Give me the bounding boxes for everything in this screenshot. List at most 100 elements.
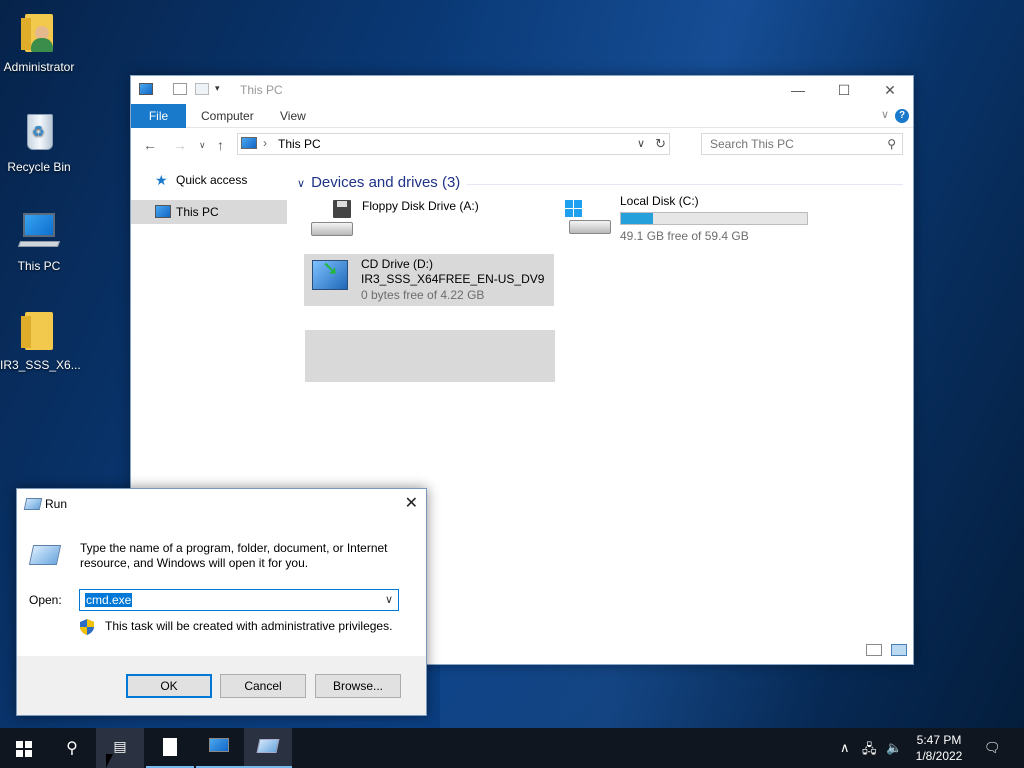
desktop-icon-recycle-bin[interactable]: Recycle Bin xyxy=(0,108,78,174)
details-view-icon[interactable] xyxy=(865,644,882,656)
large-icons-view-icon[interactable] xyxy=(891,644,907,656)
search-button[interactable]: ⚲ xyxy=(48,728,96,768)
ribbon-tabs: File Computer View ∨ ? xyxy=(131,104,913,128)
task-view-icon: ▤ xyxy=(113,738,127,754)
dialog-footer: OK Cancel Browse... xyxy=(17,656,426,715)
drive-free-space: 0 bytes free of 4.22 GB xyxy=(361,288,485,302)
refresh-icon[interactable]: ↻ xyxy=(655,136,666,152)
drive-floppy[interactable]: Floppy Disk Drive (A:) xyxy=(305,196,555,248)
local-disk-icon xyxy=(565,196,617,244)
drive-name: CD Drive (D:) xyxy=(361,257,433,271)
taskbar-app-notepad[interactable] xyxy=(146,728,194,768)
collapse-chevron-icon[interactable]: ∨ xyxy=(297,178,305,190)
close-button[interactable]: ✕ xyxy=(867,76,913,104)
document-icon xyxy=(163,738,177,756)
capacity-bar xyxy=(620,212,808,225)
drive-name: Floppy Disk Drive (A:) xyxy=(362,199,479,213)
search-icon: ⚲ xyxy=(66,740,78,757)
minimize-button[interactable]: — xyxy=(775,76,821,104)
drive-cd-d-tile[interactable]: ➘ CD Drive (D:) IR3_SSS_X64FREE_EN-US_DV… xyxy=(304,254,554,306)
drive-local-disk-c[interactable]: Local Disk (C:) 49.1 GB free of 59.4 GB xyxy=(563,194,813,248)
up-button[interactable]: ↑ xyxy=(217,137,224,153)
nav-item-this-pc[interactable]: This PC xyxy=(131,200,287,224)
open-input-value[interactable]: cmd.exe xyxy=(85,593,133,607)
volume-muted-icon[interactable]: 🔈 xyxy=(886,740,902,756)
clock[interactable]: 5:47 PM 1/8/2022 xyxy=(906,732,972,764)
capacity-bar-fill xyxy=(621,213,654,224)
close-button[interactable]: ✕ xyxy=(405,493,418,513)
desktop-icon-label: IR3_SSS_X6... xyxy=(0,358,81,372)
browse-button[interactable]: Browse... xyxy=(315,674,401,698)
nav-item-label: Quick access xyxy=(176,173,248,187)
breadcrumb-chevron-icon[interactable]: › xyxy=(263,136,267,150)
desktop-icon-label: This PC xyxy=(17,259,61,273)
desktop-icon-label: Administrator xyxy=(3,60,75,74)
show-hidden-icons-button[interactable]: ∧ xyxy=(840,740,850,756)
address-row: ← → ∨ ↑ › This PC ∨ ↻ ⚲ xyxy=(131,128,913,162)
drive-volume-label: IR3_SSS_X64FREE_EN-US_DV9 xyxy=(361,272,545,286)
search-input[interactable] xyxy=(702,134,872,154)
notifications-icon[interactable]: 🗨 xyxy=(984,740,1001,756)
start-button[interactable] xyxy=(0,728,48,768)
drive-cd-d[interactable] xyxy=(305,330,555,382)
network-icon[interactable]: 🖧 xyxy=(862,740,877,762)
maximize-button[interactable]: ☐ xyxy=(821,76,867,104)
open-label: Open: xyxy=(29,593,62,607)
drive-free-space: 49.1 GB free of 59.4 GB xyxy=(620,229,749,243)
chevron-down-icon[interactable]: ∨ xyxy=(385,593,393,606)
star-icon: ★ xyxy=(155,172,168,188)
new-folder-icon[interactable] xyxy=(195,83,209,95)
desktop-icon-administrator[interactable]: Administrator xyxy=(0,8,78,74)
computer-icon xyxy=(139,83,153,95)
back-button[interactable]: ← xyxy=(143,137,157,153)
admin-privileges-note: This task will be created with administr… xyxy=(105,619,393,633)
expand-ribbon-icon[interactable]: ∨ xyxy=(881,108,889,121)
task-view-button[interactable]: ▤ xyxy=(96,728,144,768)
drive-name: Local Disk (C:) xyxy=(620,194,699,208)
explorer-titlebar[interactable]: ▾ This PC — ☐ ✕ xyxy=(131,76,913,104)
tab-computer[interactable]: Computer xyxy=(201,104,254,128)
run-program-icon xyxy=(28,545,62,565)
taskbar: ⚲ ▤ ∧ 🖧 🔈 5:47 PM 1/8/2022 🗨 xyxy=(0,728,1024,768)
floppy-drive-icon xyxy=(305,196,357,244)
run-icon xyxy=(23,498,43,510)
address-dropdown-icon[interactable]: ∨ xyxy=(637,137,645,150)
recent-locations-icon[interactable]: ∨ xyxy=(199,140,206,151)
taskbar-app-run[interactable] xyxy=(244,728,292,768)
mouse-cursor-icon xyxy=(106,754,113,768)
desktop-icon-iso-folder[interactable]: IR3_SSS_X6... xyxy=(0,306,81,372)
help-button[interactable]: ? xyxy=(895,109,909,123)
recycle-bin-icon xyxy=(15,108,63,156)
forward-button[interactable]: → xyxy=(173,137,187,153)
breadcrumb-this-pc[interactable]: This PC xyxy=(278,137,321,151)
desktop-icon-label: Recycle Bin xyxy=(7,160,71,174)
run-icon xyxy=(256,739,280,753)
tab-file[interactable]: File xyxy=(131,104,186,128)
search-box[interactable]: ⚲ xyxy=(701,133,903,155)
desktop-icon-this-pc[interactable]: This PC xyxy=(0,207,78,273)
tab-view[interactable]: View xyxy=(280,104,306,128)
nav-item-quick-access[interactable]: ★ Quick access xyxy=(131,168,287,192)
computer-icon xyxy=(209,738,229,752)
clock-time: 5:47 PM xyxy=(916,733,962,747)
open-combobox[interactable]: cmd.exe ∨ xyxy=(79,589,399,611)
quick-access-toolbar-dropdown-icon[interactable]: ▾ xyxy=(215,83,220,94)
properties-icon[interactable] xyxy=(173,83,187,95)
computer-icon xyxy=(155,205,171,218)
group-title: Devices and drives (3) xyxy=(311,174,461,191)
cancel-button[interactable]: Cancel xyxy=(220,674,306,698)
address-bar[interactable]: › This PC ∨ ↻ xyxy=(237,133,670,155)
ok-button[interactable]: OK xyxy=(126,674,212,698)
run-dialog: Run ✕ Type the name of a program, folder… xyxy=(16,488,427,716)
cd-drive-icon: ➘ xyxy=(304,254,356,306)
group-divider xyxy=(467,184,903,185)
computer-icon xyxy=(241,137,257,149)
search-icon[interactable]: ⚲ xyxy=(887,137,896,151)
window-title: This PC xyxy=(240,83,283,97)
windows-logo-icon xyxy=(16,741,32,757)
group-header-devices[interactable]: ∨ Devices and drives (3) xyxy=(297,174,460,191)
uac-shield-icon xyxy=(80,619,94,635)
taskbar-app-explorer[interactable] xyxy=(196,728,244,768)
dialog-title: Run xyxy=(45,497,68,511)
view-buttons xyxy=(860,644,907,659)
